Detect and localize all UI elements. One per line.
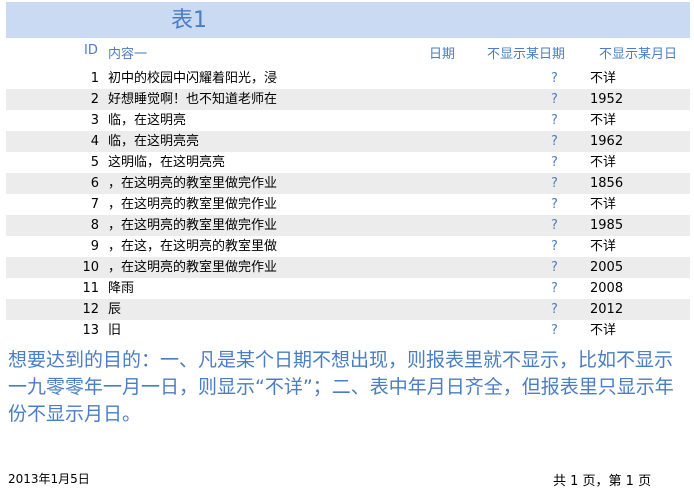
table-row: 8 ，在这明亮的教室里做完作业 ? 1985 (6, 215, 690, 236)
row-content: 降雨 (108, 281, 135, 296)
column-header-id: ID (84, 43, 98, 58)
footer-page-count: 共 1 页，第 1 页 (553, 474, 652, 489)
row-date-unknown: ? (551, 134, 558, 149)
row-year: 2008 (590, 281, 624, 296)
row-date-unknown: ? (551, 239, 558, 254)
row-year: 不详 (590, 323, 617, 338)
row-id: 9 (90, 239, 99, 254)
table-row: 10 ，在这明亮的教室里做完作业 ? 2005 (6, 257, 690, 278)
row-date-unknown: ? (551, 323, 558, 338)
table-row: 7 ，在这明亮的教室里做完作业 ? 不详 (6, 194, 690, 215)
row-id: 12 (82, 302, 99, 317)
row-id: 8 (90, 218, 99, 233)
row-date-unknown: ? (551, 155, 558, 170)
row-year: 不详 (590, 113, 617, 128)
row-id: 6 (90, 176, 99, 191)
row-year: 2005 (590, 260, 624, 275)
row-date-unknown: ? (551, 218, 558, 233)
row-content: ，在这，在这明亮的教室里做 (108, 239, 278, 254)
row-content: 临，在这明亮亮 (108, 134, 200, 149)
table-row: 1 初中的校园中闪耀着阳光，浸 ? 不详 (6, 68, 690, 89)
row-date-unknown: ? (551, 197, 558, 212)
row-id: 7 (90, 197, 99, 212)
row-date-unknown: ? (551, 176, 558, 191)
row-content: ，在这明亮的教室里做完作业 (108, 260, 278, 275)
row-id: 3 (90, 113, 99, 128)
table-row: 4 临，在这明亮亮 ? 1962 (6, 131, 690, 152)
table-row: 2 好想睡觉啊！也不知道老师在 ? 1952 (6, 89, 690, 110)
row-year: 不详 (590, 155, 617, 170)
column-header-date: 日期 (429, 47, 456, 62)
report-title-band: 表1 (6, 2, 690, 38)
row-content: 初中的校园中闪耀着阳光，浸 (108, 71, 278, 86)
row-id: 10 (82, 260, 99, 275)
table-row: 6 ，在这明亮的教室里做完作业 ? 1856 (6, 173, 690, 194)
row-year: 1952 (590, 92, 624, 107)
row-id: 5 (90, 155, 99, 170)
row-date-unknown: ? (551, 260, 558, 275)
row-date-unknown: ? (551, 92, 558, 107)
row-year: 1985 (590, 218, 624, 233)
table-row: 3 临，在这明亮 ? 不详 (6, 110, 690, 131)
row-id: 13 (82, 323, 99, 338)
row-date-unknown: ? (551, 302, 558, 317)
row-content: ，在这明亮的教室里做完作业 (108, 176, 278, 191)
row-year: 不详 (590, 197, 617, 212)
row-id: 2 (90, 92, 99, 107)
row-date-unknown: ? (551, 71, 558, 86)
report-title: 表1 (171, 8, 207, 33)
report-table-body: 1 初中的校园中闪耀着阳光，浸 ? 不详 2 好想睡觉啊！也不知道老师在 ? 1… (6, 68, 690, 341)
row-content: 旧 (108, 323, 122, 338)
row-id: 11 (82, 281, 99, 296)
row-year: 不详 (590, 239, 617, 254)
row-content: 这明临，在这明亮亮 (108, 155, 226, 170)
row-date-unknown: ? (551, 113, 558, 128)
footer-date: 2013年1月5日 (8, 472, 90, 486)
table-row: 13 旧 ? 不详 (6, 320, 690, 341)
table-row: 12 辰 ? 2012 (6, 299, 690, 320)
row-content: 辰 (108, 302, 122, 317)
column-header-content: 内容一 (108, 47, 148, 62)
column-header-hide-date: 不显示某日期 (487, 47, 566, 62)
table-row: 5 这明临，在这明亮亮 ? 不详 (6, 152, 690, 173)
row-content: ，在这明亮的教室里做完作业 (108, 218, 278, 233)
table-row: 11 降雨 ? 2008 (6, 278, 690, 299)
row-year: 1962 (590, 134, 624, 149)
row-year: 2012 (590, 302, 624, 317)
row-id: 4 (90, 134, 99, 149)
table-row: 9 ，在这，在这明亮的教室里做 ? 不详 (6, 236, 690, 257)
row-content: 好想睡觉啊！也不知道老师在 (108, 92, 278, 107)
row-year: 1856 (590, 176, 624, 191)
row-date-unknown: ? (551, 281, 558, 296)
row-year: 不详 (590, 71, 617, 86)
column-header-hide-month-day: 不显示某月日 (599, 47, 678, 62)
requirement-note: 想要达到的目的：一、凡是某个日期不想出现，则报表里就不显示，比如不显示一九零零年… (8, 349, 674, 425)
row-id: 1 (90, 71, 99, 86)
row-content: ，在这明亮的教室里做完作业 (108, 197, 278, 212)
row-content: 临，在这明亮 (108, 113, 187, 128)
